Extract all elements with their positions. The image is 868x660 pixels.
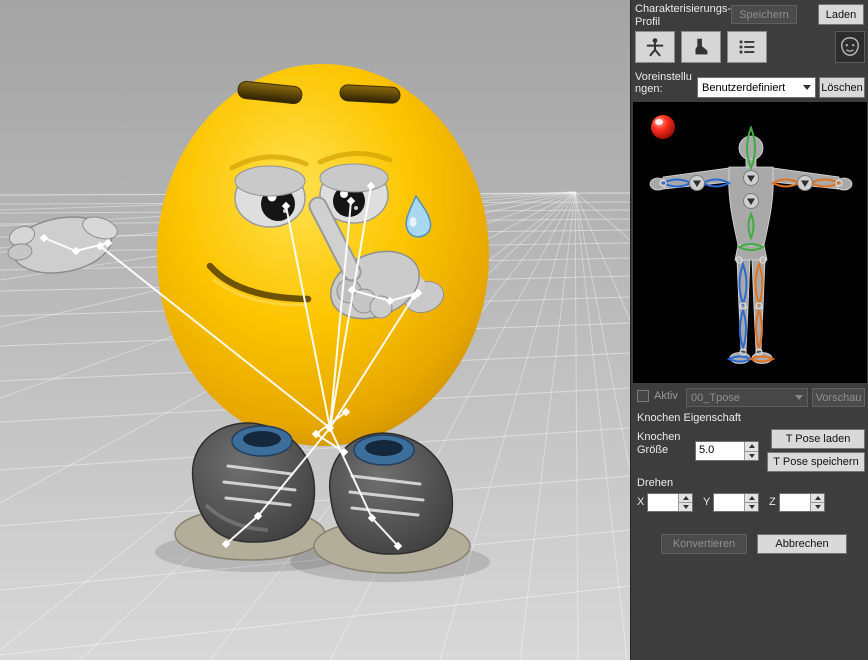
rotate-z-value[interactable] [780,494,810,511]
rotate-z-input[interactable] [779,493,825,512]
arrow-up-icon [748,496,755,500]
bone-section-title: Knochen Eigenschaft [637,412,741,424]
rotate-x-spinner-down-button[interactable] [679,503,692,511]
active-checkbox[interactable] [637,390,649,402]
chevron-down-icon [795,395,803,400]
arrow-down-icon [682,505,689,509]
viewport-3d[interactable] [0,0,630,660]
convert-button[interactable]: Konvertieren [661,534,747,554]
pose-dropdown[interactable]: 00_Tpose [686,388,808,407]
pose-dropdown-value: 00_Tpose [691,391,740,404]
profile-toolbar [635,31,865,65]
toolbar-face-button[interactable] [835,31,865,63]
arrow-up-icon [814,496,821,500]
rotate-x-input[interactable] [647,493,693,512]
toolbar-body-button[interactable] [635,31,675,63]
load-profile-button[interactable]: Laden [818,4,864,25]
red-sphere-icon [651,115,675,139]
rotate-y-value[interactable] [714,494,744,511]
rotate-label: Drehen [637,477,674,489]
characterization-panel: Charakterisierungs-Profil Speichern Lade… [630,0,868,660]
left-eye [234,165,306,228]
axis-x-label: X [637,496,645,508]
tpose-load-button[interactable]: T Pose laden [771,429,865,449]
rotate-x-spinner-up-button[interactable] [679,494,692,503]
active-label: Aktiv [654,390,678,402]
axis-y-label: Y [703,496,711,508]
chevron-down-icon [803,85,811,90]
body-map[interactable] [633,102,867,383]
rotate-z-spinner-down-button[interactable] [811,503,824,511]
save-profile-button[interactable]: Speichern [731,5,797,24]
body-icon [646,38,664,57]
face-icon [841,37,859,56]
toolbar-list-button[interactable] [727,31,767,63]
delete-preset-button[interactable]: Löschen [819,77,865,98]
presets-label: Voreinstellungen: [635,71,692,95]
bone-size-value[interactable]: 5.0 [696,442,744,460]
rotate-z-spinner-up-button[interactable] [811,494,824,503]
rotate-y-spinner-up-button[interactable] [745,494,758,503]
bone-size-label: Knochen Größe [637,431,681,456]
body-map-figure [633,102,867,383]
preview-button[interactable]: Vorschau [812,388,865,407]
rotate-x-value[interactable] [648,494,678,511]
presets-dropdown-value: Benutzerdefiniert [702,81,786,94]
axis-z-label: Z [769,496,776,508]
arrow-down-icon [814,505,821,509]
viewport-scene [0,0,630,660]
arrow-up-icon [682,496,689,500]
right-eyebrow [339,84,401,104]
arrow-down-icon [748,453,755,458]
toolbar-foot-button[interactable] [681,31,721,63]
cancel-button[interactable]: Abbrechen [757,534,847,554]
bone-size-input[interactable]: 5.0 [695,441,759,461]
arrow-down-icon [748,505,755,509]
panel-title: Charakterisierungs-Profil [635,3,731,28]
application-window: Charakterisierungs-Profil Speichern Lade… [0,0,868,660]
bone-size-spinner-up-button[interactable] [745,442,758,452]
rotate-y-spinner-down-button[interactable] [745,503,758,511]
rotate-y-input[interactable] [713,493,759,512]
presets-dropdown[interactable]: Benutzerdefiniert [697,77,816,98]
list-icon [739,40,755,54]
arrow-up-icon [748,444,755,449]
tpose-save-button[interactable]: T Pose speichern [767,452,865,472]
foot-icon [695,38,708,55]
bone-size-spinner-down-button[interactable] [745,451,758,460]
